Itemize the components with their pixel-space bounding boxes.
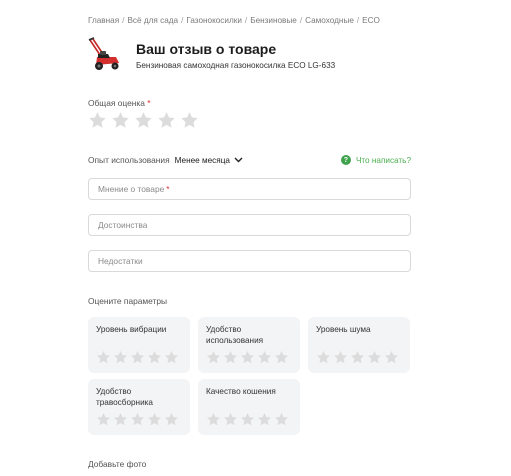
breadcrumb-brand[interactable]: ECO — [362, 16, 380, 25]
breadcrumb-lawnmowers[interactable]: Газонокосилки — [186, 16, 242, 25]
star-icon[interactable] — [223, 412, 238, 427]
star-icon[interactable] — [206, 412, 221, 427]
star-icon[interactable] — [96, 350, 111, 365]
experience-label: Опыт использования — [88, 155, 170, 165]
experience-value: Менее месяца — [174, 155, 230, 165]
experience-dropdown[interactable]: Менее месяца — [175, 156, 243, 165]
add-photo-label: Добавьте фото — [88, 459, 147, 469]
help-link-text: Что написать? — [355, 155, 411, 165]
param-stars — [206, 412, 289, 427]
breadcrumb-garden[interactable]: Всё для сада — [127, 16, 178, 25]
opinion-placeholder: Мнение о товаре — [98, 184, 165, 194]
star-icon[interactable] — [111, 111, 130, 130]
star-icon[interactable] — [157, 111, 176, 130]
param-stars — [96, 412, 179, 427]
product-image — [86, 37, 122, 73]
breadcrumb-separator: / — [122, 16, 125, 25]
star-icon[interactable] — [274, 412, 289, 427]
param-card-vibration: Уровень вибрации — [88, 317, 190, 373]
overall-rating-label: Общая оценка * — [88, 98, 150, 108]
param-name: Удобство использования — [206, 325, 264, 345]
breadcrumb-separator: / — [299, 16, 303, 25]
breadcrumb-separator: / — [244, 16, 248, 25]
param-name: Удобство травосборника — [96, 387, 153, 407]
breadcrumb-separator: / — [181, 16, 184, 25]
param-name: Качество кошения — [206, 387, 276, 396]
breadcrumb-self-propelled[interactable]: Самоходные — [305, 16, 354, 25]
param-stars — [96, 350, 179, 365]
required-mark: * — [147, 98, 151, 108]
star-icon[interactable] — [350, 350, 365, 365]
experience-row: Опыт использования Менее месяца — [88, 155, 243, 165]
star-icon[interactable] — [113, 350, 128, 365]
star-icon[interactable] — [164, 350, 179, 365]
param-card-usability: Удобство использования — [198, 317, 300, 373]
pros-field[interactable]: Достоинства — [88, 214, 411, 236]
chevron-down-icon — [234, 157, 243, 163]
star-icon[interactable] — [223, 350, 238, 365]
param-card-noise: Уровень шума — [308, 317, 410, 373]
star-icon[interactable] — [180, 111, 199, 130]
star-icon[interactable] — [147, 350, 162, 365]
star-icon[interactable] — [257, 412, 272, 427]
star-icon[interactable] — [367, 350, 382, 365]
star-icon[interactable] — [274, 350, 289, 365]
cons-placeholder: Недостатки — [98, 256, 143, 266]
breadcrumb-home[interactable]: Главная — [88, 16, 119, 25]
star-icon[interactable] — [88, 111, 107, 130]
star-icon[interactable] — [333, 350, 348, 365]
star-icon[interactable] — [384, 350, 399, 365]
star-icon[interactable] — [134, 111, 153, 130]
star-icon[interactable] — [206, 350, 221, 365]
param-name: Уровень шума — [316, 325, 371, 334]
page-title: Ваш отзыв о товаре — [136, 41, 277, 57]
question-circle-icon: ? — [340, 155, 351, 165]
required-mark: * — [166, 184, 170, 194]
star-icon[interactable] — [257, 350, 272, 365]
product-name: Бензиновая самоходная газонокосилка ECO … — [136, 61, 336, 70]
star-icon[interactable] — [316, 350, 331, 365]
cons-field[interactable]: Недостатки — [88, 250, 411, 272]
param-stars — [316, 350, 399, 365]
star-icon[interactable] — [96, 412, 111, 427]
breadcrumb: Главная / Всё для сада / Газонокосилки /… — [88, 16, 380, 25]
overall-rating-label-text: Общая оценка — [88, 98, 145, 108]
star-icon[interactable] — [130, 350, 145, 365]
star-icon[interactable] — [130, 412, 145, 427]
breadcrumb-petrol[interactable]: Бензиновые — [250, 16, 297, 25]
pros-placeholder: Достоинства — [98, 220, 148, 230]
overall-rating-stars — [88, 111, 199, 130]
param-card-cut-quality: Качество кошения — [198, 379, 300, 435]
breadcrumb-separator: / — [356, 16, 360, 25]
star-icon[interactable] — [240, 350, 255, 365]
star-icon[interactable] — [240, 412, 255, 427]
help-link[interactable]: ? Что написать? — [340, 155, 411, 165]
star-icon[interactable] — [113, 412, 128, 427]
param-stars — [206, 350, 289, 365]
star-icon[interactable] — [164, 412, 179, 427]
param-name: Уровень вибрации — [96, 325, 167, 334]
param-card-grass-catcher: Удобство травосборника — [88, 379, 190, 435]
params-label: Оцените параметры — [88, 296, 168, 306]
opinion-field[interactable]: Мнение о товаре * — [88, 178, 411, 200]
star-icon[interactable] — [147, 412, 162, 427]
